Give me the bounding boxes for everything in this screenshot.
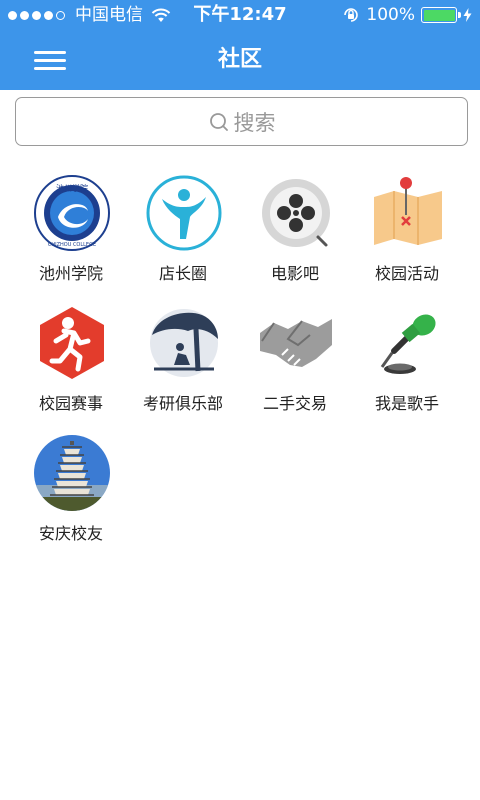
community-label: 电影吧: [270, 264, 319, 283]
battery-icon: [421, 7, 461, 23]
community-label: 校园活动: [374, 264, 439, 283]
runner-icon: [40, 307, 104, 379]
charging-bolt-icon: [463, 8, 472, 22]
handshake-icon: [260, 319, 332, 367]
map-pin-icon: [374, 177, 442, 245]
page-title: 社区: [217, 47, 262, 72]
community-item[interactable]: 校园赛事: [15, 300, 127, 418]
pagoda-icon: [34, 435, 110, 511]
community-item[interactable]: 安庆校友: [15, 430, 127, 548]
community-label: 安庆校友: [38, 524, 103, 543]
battery-percent: 100%: [366, 5, 415, 25]
nav-bar: 社区: [0, 30, 480, 90]
film-reel-icon: [262, 179, 330, 247]
svg-text:池州学院: 池州学院: [56, 183, 88, 193]
community-label: 校园赛事: [38, 394, 103, 413]
shop-owner-person-icon: [146, 175, 222, 251]
microphone-icon: [380, 314, 436, 374]
community-label: 二手交易: [262, 394, 327, 413]
community-label: 池州学院: [38, 264, 103, 283]
status-right: 100%: [342, 3, 472, 27]
community-label: 店长圈: [158, 264, 207, 283]
community-item[interactable]: 电影吧: [239, 170, 351, 288]
community-item[interactable]: 池州学院 CHIZHOU COLLEGE 池州学院: [15, 170, 127, 288]
rotation-lock-icon: [344, 8, 359, 22]
status-bar: 中国电信 下午12:47 100%: [0, 0, 480, 30]
community-label: 考研俱乐部: [142, 394, 223, 413]
svg-text:CHIZHOU COLLEGE: CHIZHOU COLLEGE: [48, 242, 96, 248]
search-icon: [209, 112, 228, 131]
community-item[interactable]: 店长圈: [127, 170, 239, 288]
community-item[interactable]: 校园活动: [351, 170, 463, 288]
search-input[interactable]: 搜索: [15, 97, 468, 146]
search-placeholder: 搜索: [233, 110, 276, 135]
community-item[interactable]: 我是歌手: [351, 300, 463, 418]
community-item[interactable]: 二手交易: [239, 300, 351, 418]
reading-under-tree-icon: [150, 309, 218, 377]
chizhou-college-logo-icon: 池州学院 CHIZHOU COLLEGE: [34, 175, 110, 251]
top-bar: 中国电信 下午12:47 100% 社区: [0, 0, 480, 90]
community-label: 我是歌手: [374, 394, 439, 413]
community-item[interactable]: 考研俱乐部: [127, 300, 239, 418]
